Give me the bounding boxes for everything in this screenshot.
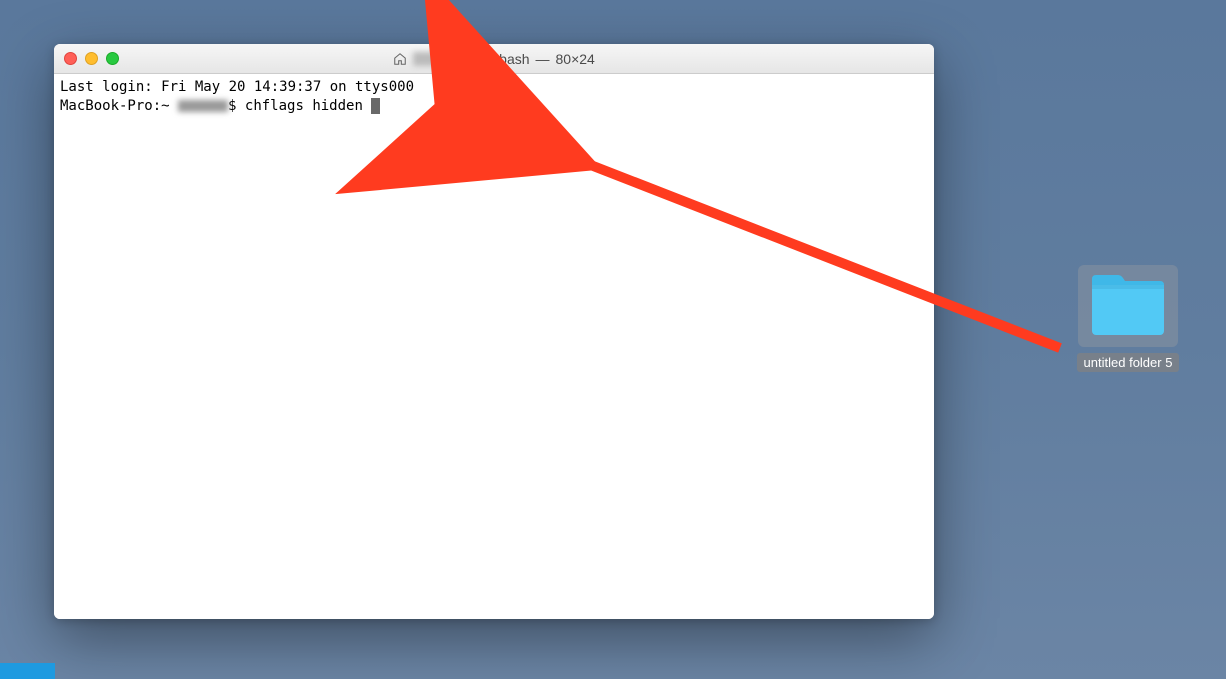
folder-icon — [1088, 273, 1168, 339]
last-login-line: Last login: Fri May 20 14:39:37 on ttys0… — [60, 79, 414, 95]
maximize-button[interactable] — [106, 52, 119, 65]
typed-command: chflags hidden — [245, 98, 371, 114]
terminal-window[interactable]: — bash — 80×24 Last login: Fri May 20 14… — [54, 44, 934, 619]
home-icon — [393, 52, 407, 66]
title-separator-2: — — [536, 51, 550, 67]
desktop-background[interactable]: — bash — 80×24 Last login: Fri May 20 14… — [0, 0, 1226, 679]
close-button[interactable] — [64, 52, 77, 65]
folder-label[interactable]: untitled folder 5 — [1077, 353, 1180, 372]
prompt-host: MacBook-Pro:~ — [60, 98, 170, 114]
folder-icon-selection[interactable] — [1078, 265, 1178, 347]
traffic-lights — [54, 52, 119, 65]
title-app: bash — [499, 51, 529, 67]
minimize-button[interactable] — [85, 52, 98, 65]
prompt-symbol: $ — [228, 98, 236, 114]
bottom-accent — [0, 663, 55, 679]
title-username-blurred — [413, 52, 473, 66]
title-separator-1: — — [479, 51, 493, 67]
terminal-cursor — [371, 98, 380, 114]
window-titlebar[interactable]: — bash — 80×24 — [54, 44, 934, 74]
prompt-username-blurred — [178, 100, 228, 112]
desktop-folder[interactable]: untitled folder 5 — [1068, 265, 1188, 372]
terminal-content[interactable]: Last login: Fri May 20 14:39:37 on ttys0… — [54, 74, 934, 619]
title-size: 80×24 — [556, 51, 595, 67]
window-title: — bash — 80×24 — [54, 51, 934, 67]
